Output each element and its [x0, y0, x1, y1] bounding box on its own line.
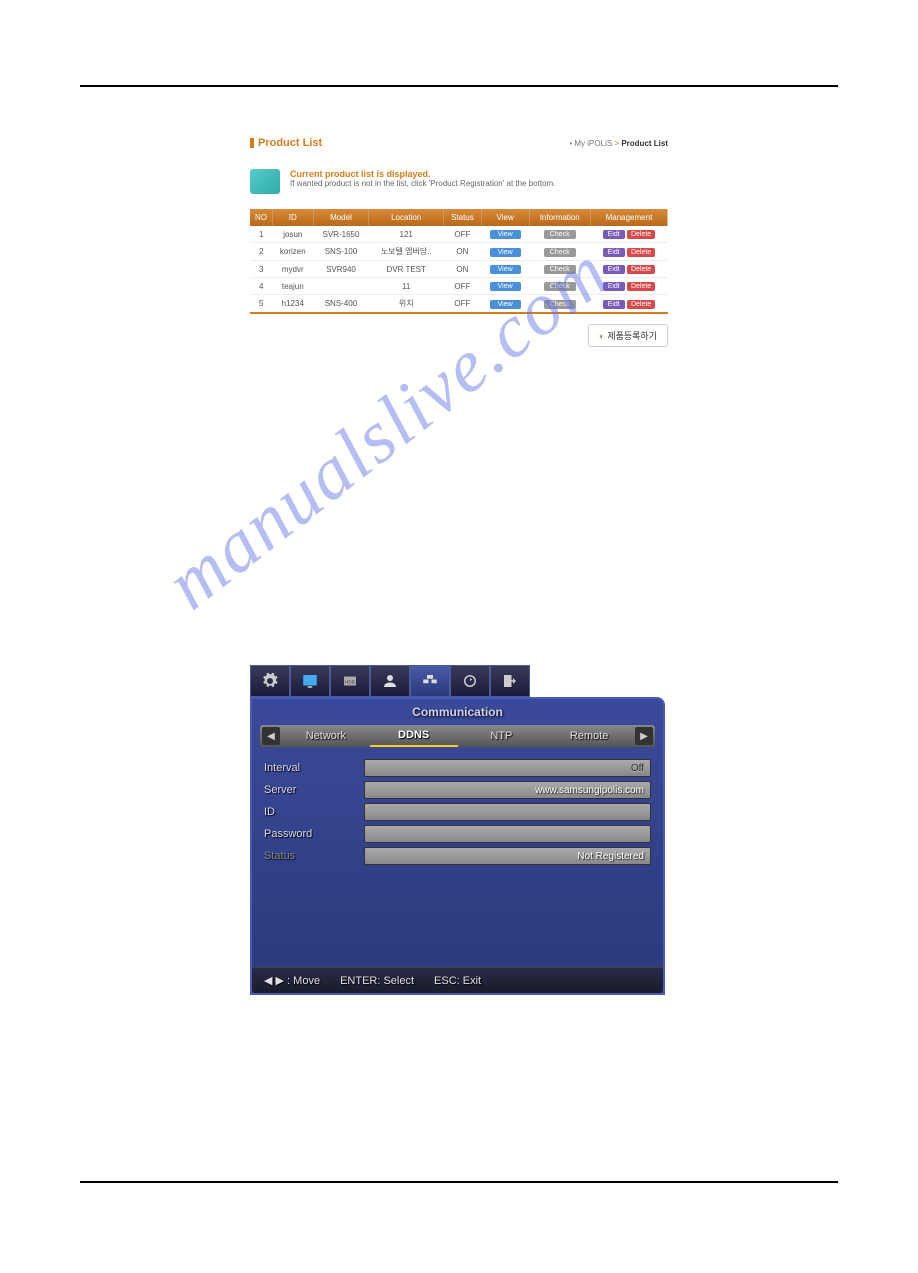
id-label: ID	[264, 806, 364, 818]
edit-button[interactable]: Eidt	[603, 300, 625, 309]
footer-select-hint: ENTER: Select	[340, 975, 414, 987]
info-subtext: If wanted product is not in the list, cl…	[290, 179, 555, 188]
product-list-panel: Product List • My iPOLiS > Product List …	[250, 137, 668, 347]
table-header: Management	[590, 209, 667, 226]
table-row: 2korizenSNS-100노보텔 앰버당..ONViewCheckEidt …	[250, 243, 668, 261]
book-icon	[250, 169, 280, 194]
view-button[interactable]: View	[490, 282, 521, 291]
tab-display-icon[interactable]	[290, 665, 330, 697]
edit-button[interactable]: Eidt	[603, 248, 625, 257]
delete-button[interactable]: Delete	[627, 282, 655, 291]
server-label: Server	[264, 784, 364, 796]
subtab-next-button[interactable]: ▶	[635, 727, 653, 745]
tab-hdd-icon[interactable]: HDD	[330, 665, 370, 697]
view-button[interactable]: View	[490, 248, 521, 257]
tab-exit-icon[interactable]	[490, 665, 530, 697]
table-header: Status	[444, 209, 482, 226]
subtab-ntp[interactable]: NTP	[458, 726, 546, 746]
table-row: 1josunSVR-1650121OFFViewCheckEidt Delete	[250, 226, 668, 243]
subtab-network[interactable]: Network	[282, 726, 370, 746]
delete-button[interactable]: Delete	[627, 265, 655, 274]
table-row: 3mydvrSVR940DVR TESTONViewCheckEidt Dele…	[250, 261, 668, 278]
table-header: Information	[529, 209, 590, 226]
dvr-settings-panel: HDD Communication ◀ Network DDNS NTP Rem…	[250, 665, 665, 995]
table-header: ID	[272, 209, 313, 226]
table-row: 4teajun11OFFViewCheckEidt Delete	[250, 278, 668, 295]
delete-button[interactable]: Delete	[627, 230, 655, 239]
breadcrumb: • My iPOLiS > Product List	[569, 139, 668, 148]
edit-button[interactable]: Eidt	[603, 230, 625, 239]
table-header: Location	[369, 209, 444, 226]
view-button[interactable]: View	[490, 230, 521, 239]
table-header: View	[481, 209, 529, 226]
dvr-title: Communication	[252, 699, 663, 725]
view-button[interactable]: View	[490, 300, 521, 309]
tab-system-icon[interactable]	[250, 665, 290, 697]
id-field[interactable]	[364, 803, 651, 821]
view-button[interactable]: View	[490, 265, 521, 274]
password-label: Password	[264, 828, 364, 840]
check-button[interactable]: Check	[544, 248, 576, 257]
product-list-title: Product List	[250, 137, 322, 149]
delete-button[interactable]: Delete	[627, 300, 655, 309]
tab-record-icon[interactable]	[450, 665, 490, 697]
edit-button[interactable]: Eidt	[603, 265, 625, 274]
subtab-prev-button[interactable]: ◀	[262, 727, 280, 745]
tab-network-icon[interactable]	[410, 665, 450, 697]
subtab-remote[interactable]: Remote	[545, 726, 633, 746]
check-button[interactable]: Check	[544, 265, 576, 274]
interval-field[interactable]: Off	[364, 759, 651, 777]
subtab-ddns[interactable]: DDNS	[370, 725, 458, 747]
product-table: NOIDModelLocationStatusViewInformationMa…	[250, 209, 668, 314]
tab-user-icon[interactable]	[370, 665, 410, 697]
svg-text:HDD: HDD	[345, 679, 355, 684]
status-label: Status	[264, 850, 364, 862]
server-field[interactable]: www.samsungipolis.com	[364, 781, 651, 799]
edit-button[interactable]: Eidt	[603, 282, 625, 291]
product-register-button[interactable]: ◐ 제품등록하기	[588, 324, 668, 347]
table-header: NO	[250, 209, 272, 226]
delete-button[interactable]: Delete	[627, 248, 655, 257]
info-headline: Current product list is displayed.	[290, 169, 555, 179]
check-button[interactable]: Check	[544, 300, 576, 309]
table-row: 5h1234SNS-400위치OFFViewCheckEidt Delete	[250, 295, 668, 314]
footer-exit-hint: ESC: Exit	[434, 975, 481, 987]
check-button[interactable]: Check	[544, 282, 576, 291]
footer-move-hint: ◀ ▶ : Move	[264, 974, 320, 987]
table-header: Model	[313, 209, 369, 226]
check-button[interactable]: Check	[544, 230, 576, 239]
password-field[interactable]	[364, 825, 651, 843]
status-field: Not Registered	[364, 847, 651, 865]
interval-label: Interval	[264, 762, 364, 774]
